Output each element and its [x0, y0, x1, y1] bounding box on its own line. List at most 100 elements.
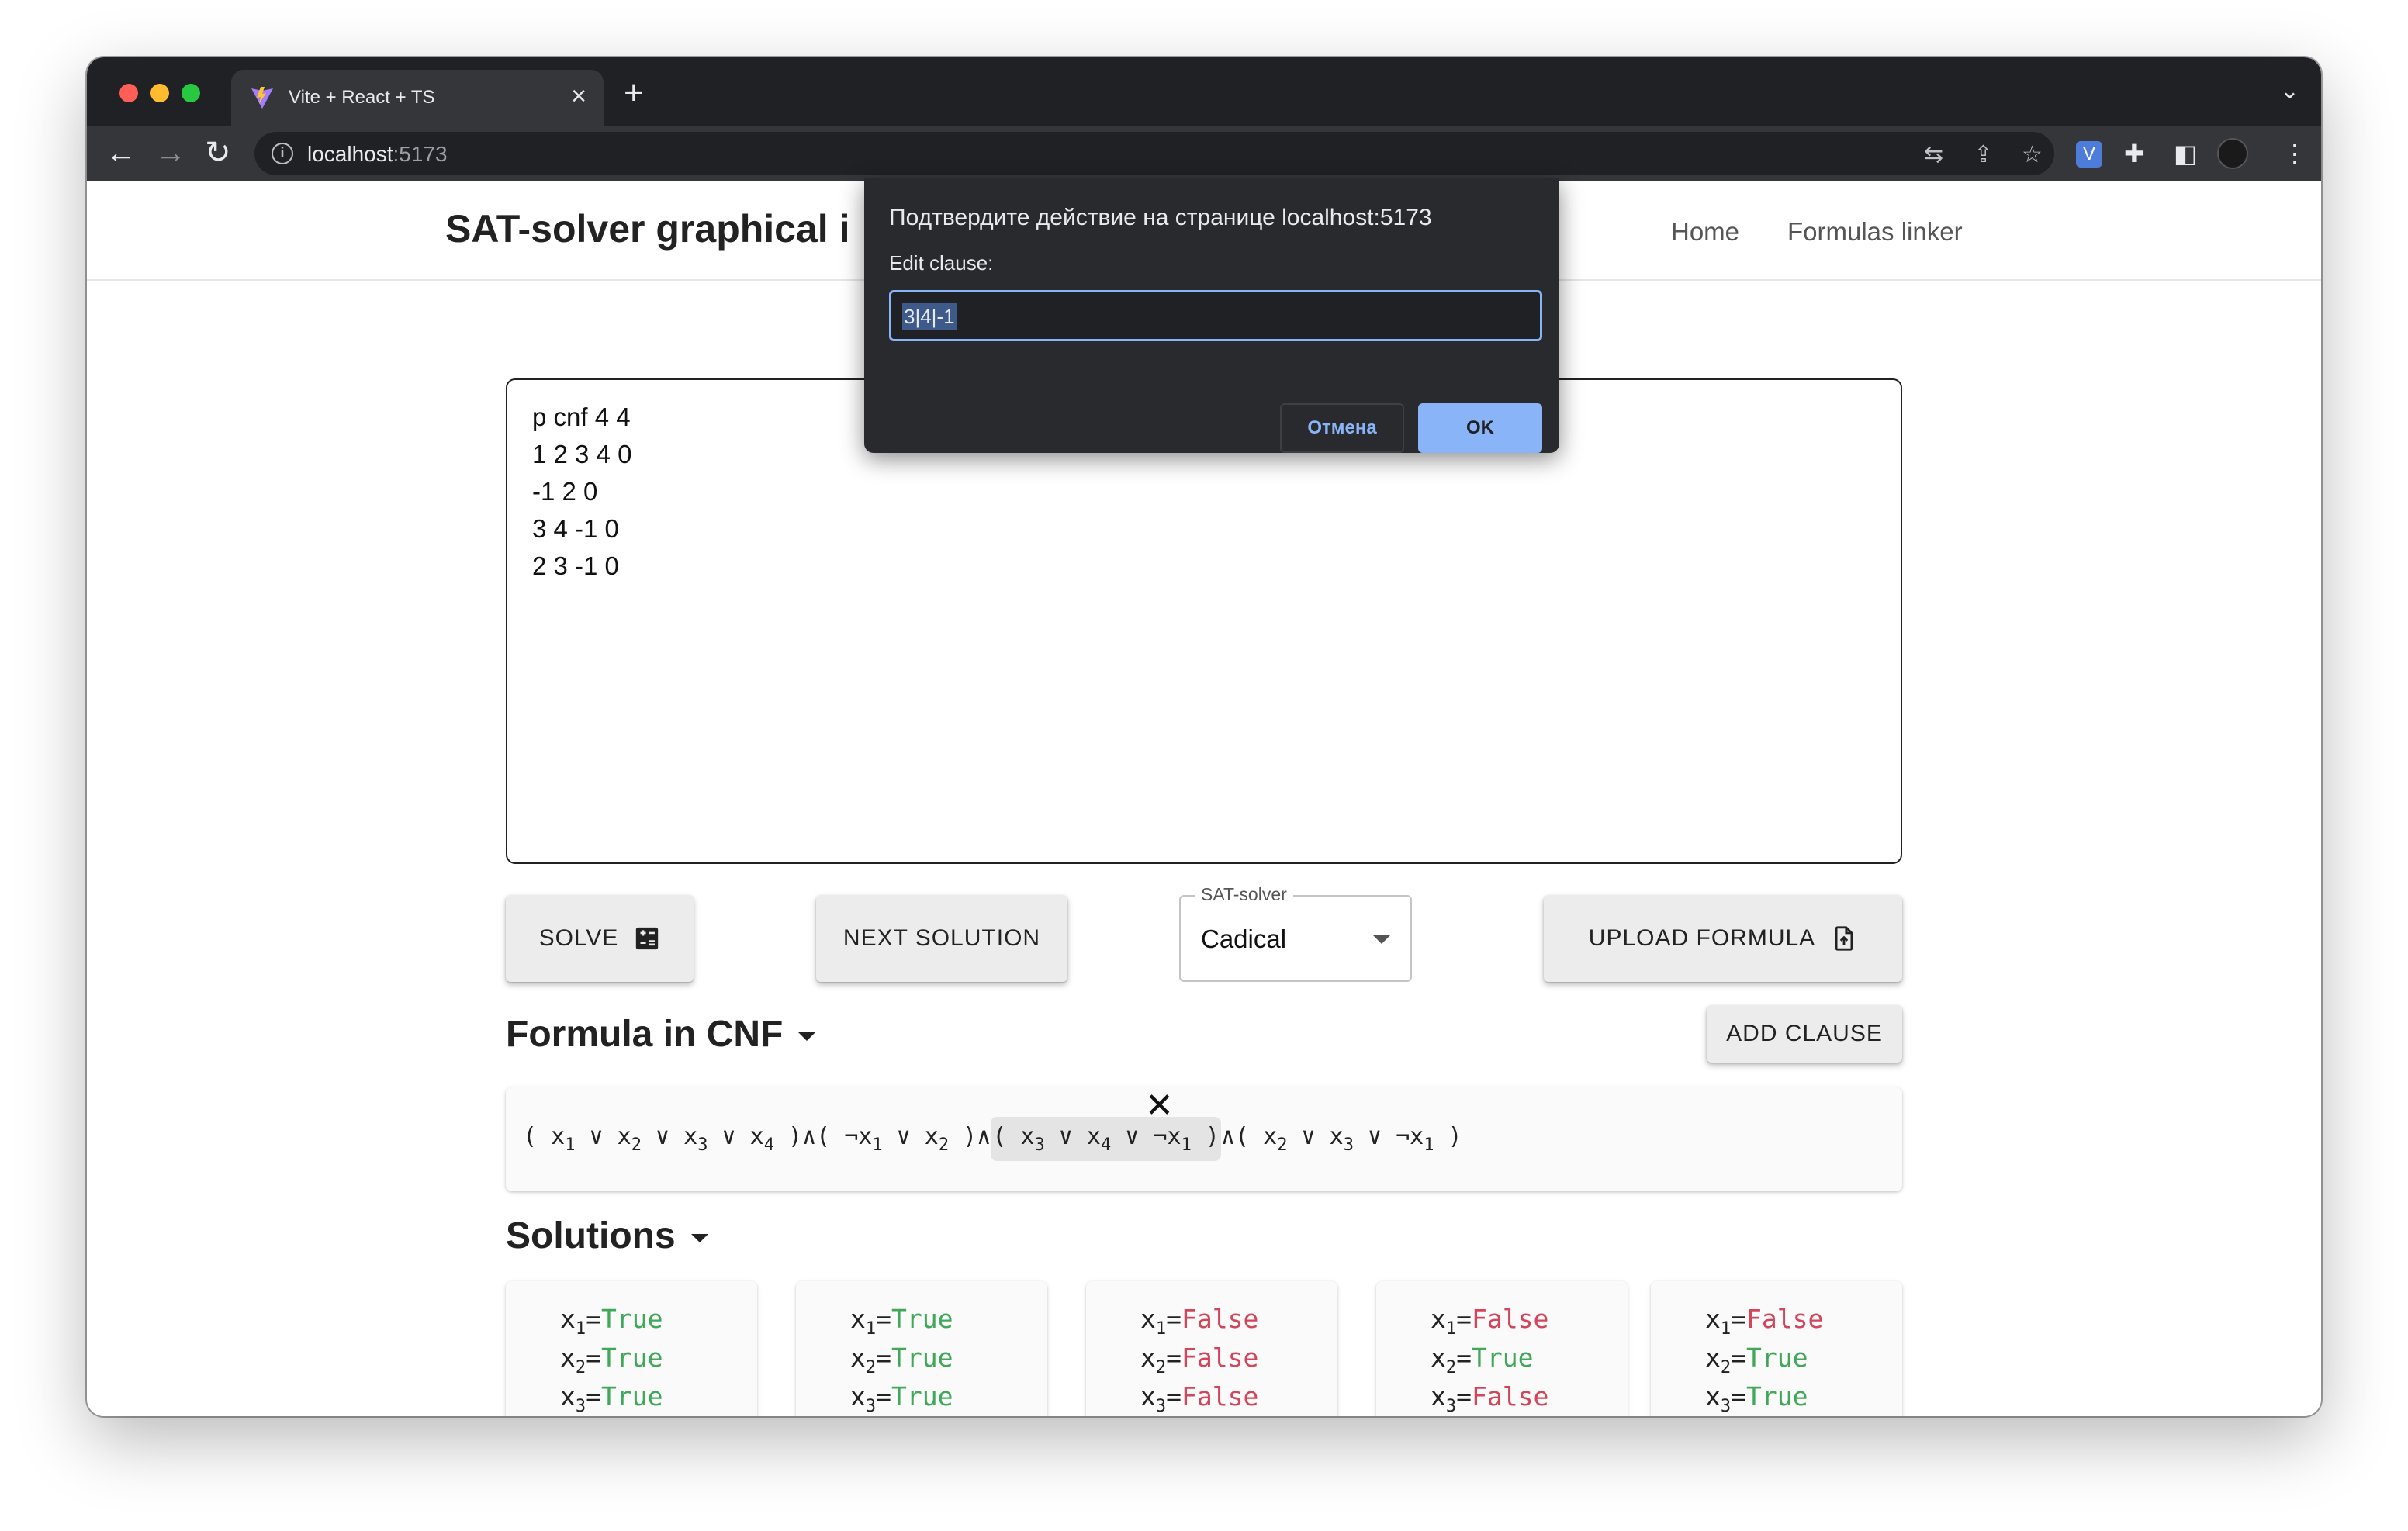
new-tab-icon[interactable]: + [624, 76, 644, 110]
translate-icon[interactable]: ⇆ [1924, 141, 1943, 168]
edit-clause-input[interactable]: 3|4|-1 [889, 290, 1542, 341]
nav-home-link[interactable]: Home [1671, 217, 1739, 247]
reload-icon[interactable]: ↻ [205, 133, 231, 172]
solution-card: x1=Truex2=Truex3=Truex4=True [506, 1281, 757, 1416]
browser-menu-icon[interactable]: ⋮ [2282, 140, 2307, 168]
ok-button[interactable]: OK [1418, 403, 1542, 453]
share-icon[interactable]: ⇪ [1974, 141, 1993, 168]
browser-window: Vite + React + TS × + ⌄ ← → ↻ i localhos… [87, 57, 2321, 1416]
minimize-window-button[interactable] [150, 84, 169, 102]
upload-formula-label: UPLOAD FORMULA [1588, 925, 1816, 951]
browser-toolbar: ← → ↻ i localhost:5173 ⇆ ⇪ ☆ V ✚ ◧ ⋮ [87, 126, 2321, 181]
bookmark-star-icon[interactable]: ☆ [2022, 141, 2043, 168]
solution-assignment: x1=False [1431, 1304, 1549, 1339]
collapse-caret-icon[interactable] [798, 1032, 816, 1041]
formula-display: ( x1 ∨ x2 ∨ x3 ∨ x4 ) ∧ ( ¬x1 ∨ x2 ) ∧ (… [506, 1087, 1902, 1191]
collapse-caret-icon[interactable] [690, 1233, 708, 1242]
solution-assignment: x3=False [1431, 1381, 1549, 1416]
assignment-value: True [601, 1343, 663, 1373]
profile-avatar[interactable] [2217, 138, 2248, 169]
forward-arrow-icon[interactable]: → [155, 133, 186, 172]
editor-line: 2 3 -1 0 [532, 551, 619, 580]
tab-title: Vite + React + TS [289, 87, 435, 108]
site-info-icon[interactable]: i [272, 143, 293, 164]
and-operator: ∧ [977, 1123, 991, 1150]
close-window-button[interactable] [119, 84, 138, 102]
cancel-label: Отмена [1307, 417, 1377, 438]
assignment-value: False [1182, 1304, 1259, 1334]
assignment-value: True [1746, 1343, 1808, 1373]
edit-clause-input-value: 3|4|-1 [902, 303, 957, 330]
solution-assignment: x1=False [1140, 1304, 1259, 1339]
and-operator: ∧ [1220, 1123, 1235, 1150]
solution-assignment: x2=False [1140, 1343, 1259, 1377]
assignment-value: False [1472, 1304, 1549, 1334]
url-text: localhost:5173 [307, 142, 448, 166]
solution-card: x1=Falsex2=Truex3=Truex4=True [1651, 1281, 1902, 1416]
side-panel-icon[interactable]: ◧ [2174, 140, 2197, 168]
dialog-title: Подтвердите действие на странице localho… [889, 205, 1432, 230]
sat-solver-select[interactable]: SAT-solver Cadical [1179, 884, 1412, 982]
next-solution-button[interactable]: NEXT SOLUTION [816, 895, 1067, 982]
assignment-value: True [601, 1304, 663, 1334]
ok-label: OK [1466, 417, 1494, 438]
tab-search-chevron-icon[interactable]: ⌄ [2280, 78, 2299, 105]
assignment-value: False [1746, 1304, 1824, 1334]
upload-formula-button[interactable]: UPLOAD FORMULA [1544, 895, 1902, 982]
address-bar[interactable]: i localhost:5173 ⇆ ⇪ ☆ [254, 132, 2054, 175]
solutions-section-title-text: Solutions [506, 1215, 676, 1256]
formula-clause[interactable]: ( x1 ∨ x2 ∨ x3 ∨ x4 ) [523, 1117, 802, 1161]
formula-clause[interactable]: ( ¬x1 ∨ x2 ) [816, 1117, 977, 1161]
assignment-value: True [601, 1381, 663, 1412]
solution-assignment: x1=False [1705, 1304, 1824, 1339]
calculator-icon [636, 927, 659, 950]
solutions-section-title[interactable]: Solutions [506, 1215, 708, 1257]
formula-section-title[interactable]: Formula in CNF [506, 1013, 816, 1056]
editor-line: 3 4 -1 0 [532, 514, 619, 543]
solution-assignment: x3=True [560, 1381, 663, 1416]
app-title: SAT-solver graphical i [445, 207, 850, 251]
extensions-puzzle-icon[interactable]: ✚ [2124, 140, 2145, 168]
maximize-window-button[interactable] [182, 84, 200, 102]
sat-solver-label: SAT-solver [1195, 884, 1293, 905]
cnf-formula: ( x1 ∨ x2 ∨ x3 ∨ x4 ) ∧ ( ¬x1 ∨ x2 ) ∧ (… [523, 1117, 1462, 1161]
assignment-value: True [891, 1381, 953, 1412]
assignment-value: True [891, 1343, 953, 1373]
dropdown-caret-icon [1373, 935, 1390, 944]
assignment-value: True [1472, 1343, 1534, 1373]
solve-button[interactable]: SOLVE [506, 895, 694, 982]
delete-clause-icon[interactable]: ✕ [1145, 1089, 1174, 1123]
formula-clause[interactable]: ( x2 ∨ x3 ∨ ¬x1 ) [1235, 1117, 1462, 1161]
formula-clause[interactable]: ( x3 ∨ x4 ∨ ¬x1 ) [991, 1117, 1221, 1161]
next-solution-label: NEXT SOLUTION [842, 925, 1041, 951]
assignment-value: True [891, 1304, 953, 1334]
add-clause-button[interactable]: ADD CLAUSE [1707, 1005, 1902, 1063]
nav-formulas-linker-link[interactable]: Formulas linker [1787, 217, 1963, 247]
solution-assignment: x1=True [850, 1304, 953, 1339]
solution-assignment: x2=True [560, 1343, 663, 1377]
back-arrow-icon[interactable]: ← [106, 133, 137, 172]
solution-assignment: x2=True [850, 1343, 953, 1377]
solution-assignment: x3=True [1705, 1381, 1808, 1416]
sat-solver-value: Cadical [1201, 924, 1287, 953]
solution-card: x1=Falsex2=Falsex3=Falsex4=True [1086, 1281, 1337, 1416]
solution-assignment: x2=True [1705, 1343, 1808, 1377]
formula-section-title-text: Formula in CNF [506, 1014, 784, 1055]
edit-clause-dialog: Подтвердите действие на странице localho… [864, 178, 1559, 453]
cancel-button[interactable]: Отмена [1280, 403, 1404, 453]
solution-assignment: x3=False [1140, 1381, 1259, 1416]
vite-logo-icon [251, 87, 273, 109]
assignment-value: True [1746, 1381, 1808, 1412]
solution-card: x1=Falsex2=Truex3=Falsex4=False [1376, 1281, 1628, 1416]
add-clause-label: ADD CLAUSE [1726, 1021, 1883, 1046]
solution-assignment: x1=True [560, 1304, 663, 1339]
browser-tab[interactable]: Vite + React + TS × [231, 70, 604, 126]
and-operator: ∧ [802, 1123, 817, 1150]
extension-v-icon[interactable]: V [2076, 141, 2102, 168]
editor-line: -1 2 0 [532, 477, 598, 506]
assignment-value: False [1182, 1343, 1259, 1373]
tab-close-icon[interactable]: × [571, 81, 586, 112]
solution-assignment: x3=True [850, 1381, 953, 1416]
upload-file-icon [1835, 926, 1853, 951]
solve-label: SOLVE [538, 925, 619, 951]
